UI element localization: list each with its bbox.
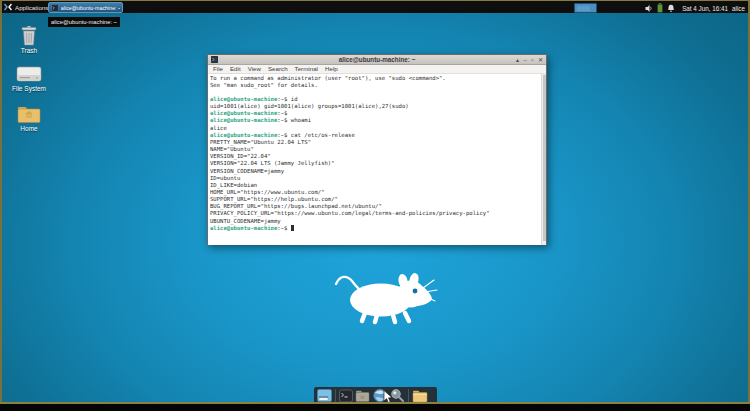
terminal-line: uid=1001(alice) gid=1001(alice) groups=1… bbox=[210, 103, 490, 110]
top-panel: Applications alice@ubuntu-machine: ~ Sat… bbox=[1, 1, 749, 13]
home-folder-icon bbox=[17, 105, 41, 124]
terminal-line: To run a command as administrator (user … bbox=[210, 75, 490, 82]
minimize-button[interactable]: – bbox=[523, 55, 526, 65]
terminal-line: UBUNTU_CODENAME=jammy bbox=[210, 218, 490, 225]
terminal-line: PRETTY_NAME="Ubuntu 22.04 LTS" bbox=[210, 139, 490, 146]
terminal-scrollbar[interactable] bbox=[541, 74, 546, 246]
terminal-line: ID_LIKE=debian bbox=[210, 182, 490, 189]
workspace-switcher[interactable] bbox=[574, 3, 597, 13]
terminal-line: VERSION="22.04 LTS (Jammy Jellyfish)" bbox=[210, 160, 490, 167]
hard-drive-icon bbox=[15, 65, 43, 84]
xfce-logo-icon bbox=[4, 3, 12, 11]
screen-border-top bbox=[0, 0, 750, 1]
terminal-line: alice@ubuntu-machine:~$ id bbox=[210, 96, 490, 103]
notification-bell-icon[interactable] bbox=[667, 4, 675, 13]
volume-icon[interactable] bbox=[645, 4, 653, 13]
terminal-line: ID=ubuntu bbox=[210, 175, 490, 182]
terminal-line bbox=[210, 89, 490, 96]
screen-bottom-black-band bbox=[0, 404, 750, 411]
menu-file[interactable]: File bbox=[213, 65, 223, 72]
dock-separator bbox=[408, 389, 409, 402]
workspace-window bbox=[577, 6, 590, 11]
mouse-eye bbox=[413, 289, 418, 294]
taskbar-window-button[interactable]: alice@ubuntu-machine: ~ bbox=[48, 2, 123, 13]
menu-search[interactable]: Search bbox=[268, 65, 288, 72]
user-indicator[interactable]: alice bbox=[732, 5, 745, 12]
clock[interactable]: Sat 4 Jun, 16:41 bbox=[682, 5, 728, 12]
taskbar-tooltip: alice@ubuntu-machine: ~ bbox=[48, 17, 120, 27]
desktop-icon-filesystem[interactable]: File System bbox=[1, 65, 57, 92]
menu-edit[interactable]: Edit bbox=[230, 65, 241, 72]
terminal-line: PRIVACY_POLICY_URL="https://www.ubuntu.c… bbox=[210, 210, 490, 217]
maximize-button[interactable]: ▫ bbox=[531, 55, 533, 65]
terminal-line: See "man sudo_root" for details. bbox=[210, 82, 490, 89]
close-button[interactable]: ✕ bbox=[538, 55, 543, 65]
terminal-line: HOME_URL="https://www.ubuntu.com/" bbox=[210, 189, 490, 196]
terminal-output: To run a command as administrator (user … bbox=[210, 75, 490, 232]
menu-help[interactable]: Help bbox=[325, 65, 338, 72]
desktop-icon-home[interactable]: Home bbox=[1, 105, 57, 132]
terminal-menubar: File Edit View Search Terminal Help bbox=[208, 65, 546, 74]
terminal-window: alice@ubuntu-machine: ~ ▴ – ▫ ✕ File Edit… bbox=[207, 54, 547, 245]
trash-icon bbox=[18, 26, 40, 46]
dock-file-manager-icon[interactable] bbox=[355, 389, 370, 403]
xubuntu-mouse-logo bbox=[333, 271, 443, 326]
terminal-line: alice bbox=[210, 125, 490, 132]
dock-folder-icon[interactable] bbox=[412, 389, 428, 403]
dock-terminal-icon[interactable] bbox=[339, 389, 353, 403]
terminal-line: alice@ubuntu-machine:~$ bbox=[210, 225, 490, 232]
dock-desktop-icon[interactable] bbox=[317, 389, 332, 403]
terminal-icon bbox=[51, 4, 59, 12]
terminal-line: VERSION_CODENAME=jammy bbox=[210, 168, 490, 175]
terminal-title: alice@ubuntu-machine: ~ bbox=[208, 56, 546, 63]
dock-separator bbox=[335, 389, 336, 402]
desktop-icon-label: File System bbox=[12, 85, 46, 92]
menu-view[interactable]: View bbox=[248, 65, 261, 72]
desktop-icon-label: Home bbox=[20, 125, 37, 132]
desktop-icon-label: Trash bbox=[21, 47, 37, 54]
terminal-window-icon bbox=[211, 56, 218, 63]
terminal-titlebar[interactable]: alice@ubuntu-machine: ~ ▴ – ▫ ✕ bbox=[208, 55, 546, 65]
desktop-icon-trash[interactable]: Trash bbox=[1, 26, 57, 54]
screen-border-left bbox=[0, 0, 2, 404]
applications-label: Applications bbox=[15, 4, 48, 11]
terminal-line: alice@ubuntu-machine:~$ cat /etc/os-rele… bbox=[210, 132, 490, 139]
applications-menu[interactable]: Applications bbox=[1, 1, 51, 13]
terminal-line: BUG_REPORT_URL="https://bugs.launchpad.n… bbox=[210, 203, 490, 210]
menu-terminal[interactable]: Terminal bbox=[295, 65, 318, 72]
terminal-line: SUPPORT_URL="https://help.ubuntu.com/" bbox=[210, 196, 490, 203]
terminal-line: VERSION_ID="22.04" bbox=[210, 153, 490, 160]
terminal-line: NAME="Ubuntu" bbox=[210, 146, 490, 153]
terminal-line: alice@ubuntu-machine:~$ bbox=[210, 110, 490, 117]
taskbar-button-label: alice@ubuntu-machine: ~ bbox=[61, 5, 120, 11]
scrollbar-thumb[interactable] bbox=[543, 75, 546, 241]
terminal-line: alice@ubuntu-machine:~$ whoami bbox=[210, 117, 490, 124]
shade-button[interactable]: ▴ bbox=[516, 55, 519, 65]
battery-icon[interactable] bbox=[657, 3, 663, 13]
terminal-body[interactable]: To run a command as administrator (user … bbox=[208, 74, 546, 246]
